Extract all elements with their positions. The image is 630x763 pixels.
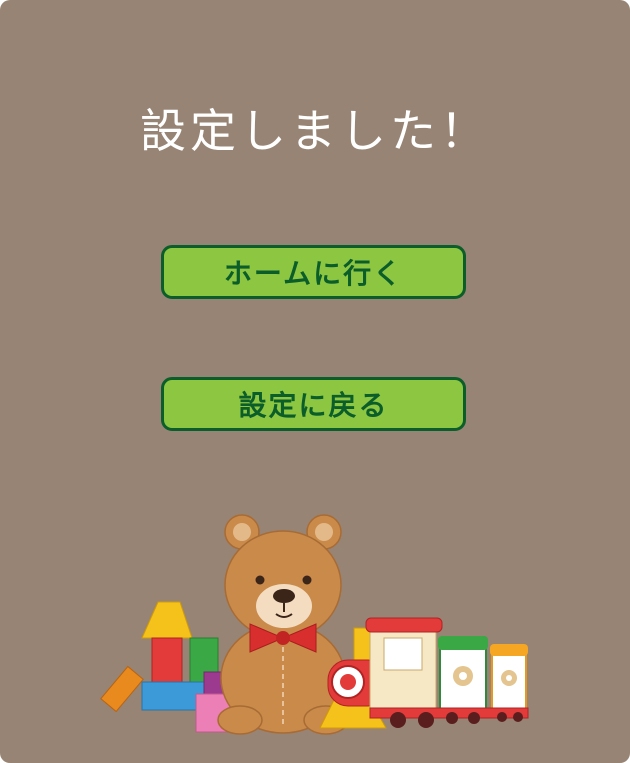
page-title: 設定しました！	[140, 104, 490, 158]
back-to-settings-button[interactable]: 設定に戻る	[161, 377, 466, 431]
teddy-bear-image	[217, 514, 349, 735]
go-home-button[interactable]: ホームに行く	[161, 245, 466, 299]
toys-illustration	[100, 514, 529, 735]
toy-train-image	[319, 617, 529, 729]
confirmation-panel: 設定しました！ ホームに行く 設定に戻る	[0, 0, 630, 763]
